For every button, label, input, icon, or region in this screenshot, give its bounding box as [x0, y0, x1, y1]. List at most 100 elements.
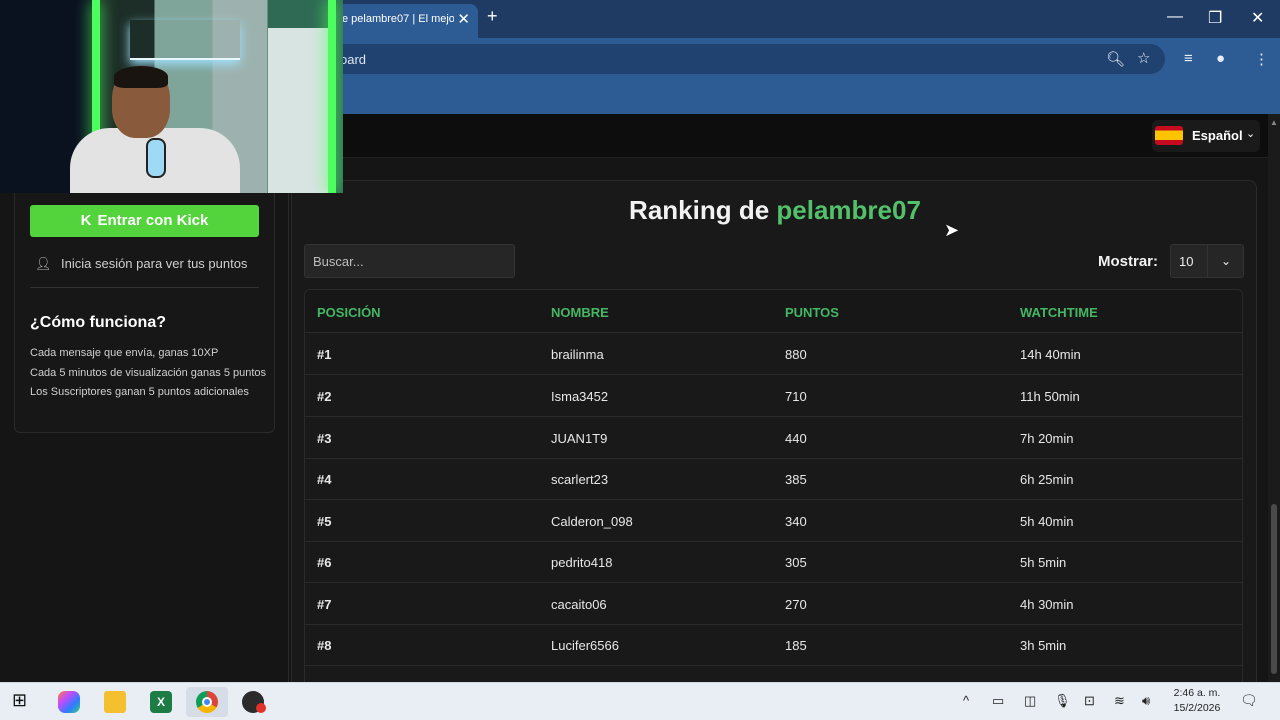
ranking-title-prefix: Ranking de: [629, 195, 777, 225]
row-position: #7: [317, 597, 332, 612]
mouse-cursor-icon: ➤: [944, 220, 960, 240]
show-entries-value: 10: [1179, 254, 1194, 269]
meet-now-icon[interactable]: ◫: [1024, 693, 1036, 709]
obs-icon[interactable]: [242, 691, 266, 713]
row-name: scarlert23: [551, 472, 609, 487]
row-watchtime: 7h 20min: [1020, 431, 1074, 446]
new-tab-button[interactable]: +: [487, 6, 498, 27]
table-header: POSICIÓN NOMBRE PUNTOS WATCHTIME: [305, 290, 1242, 333]
column-header-watchtime[interactable]: WATCHTIME: [1020, 305, 1098, 320]
table-row: #2 Isma3452 710 11h 50min: [305, 375, 1242, 417]
kick-logo-icon: K: [80, 212, 92, 229]
row-points: 710: [785, 389, 807, 404]
divider: [30, 287, 259, 288]
row-watchtime: 5h 40min: [1020, 514, 1074, 529]
ranking-table: POSICIÓN NOMBRE PUNTOS WATCHTIME #1 brai…: [304, 289, 1243, 691]
row-name: cacaito06: [551, 597, 607, 612]
row-watchtime: 5h 5min: [1020, 555, 1067, 570]
table-row: #6 pedrito418 305 5h 5min: [305, 541, 1242, 583]
column-header-points[interactable]: PUNTOS: [785, 305, 839, 320]
login-hint: 👤︎ Inicia sesión para ver tus puntos: [35, 256, 247, 272]
row-position: #6: [317, 555, 332, 570]
row-points: 440: [785, 431, 807, 446]
sidebar-card: K Entrar con Kick 👤︎ Inicia sesión para ve…: [14, 168, 275, 433]
scroll-up-arrow-icon[interactable]: ▲: [1270, 118, 1278, 127]
rule-item: Los Suscriptores ganan 5 puntos adiciona…: [30, 386, 249, 398]
row-position: #3: [317, 431, 332, 446]
tray-overflow-chevron-icon[interactable]: ^: [963, 693, 969, 708]
clock-date: 15/2/2026: [1173, 702, 1221, 714]
table-row: #4 scarlert23 385 6h 25min: [305, 458, 1242, 500]
zoom-icon[interactable]: 🔍︎: [1106, 50, 1125, 68]
row-watchtime: 3h 5min: [1020, 638, 1067, 653]
table-row: #7 cacaito06 270 4h 30min: [305, 583, 1242, 625]
address-text: oard: [340, 52, 367, 67]
browser-menu-icon[interactable]: ⋮: [1254, 50, 1269, 68]
scrollbar-thumb[interactable]: [1271, 504, 1277, 674]
battery-icon[interactable]: ▭: [992, 693, 1004, 709]
ranking-title: Ranking de pelambre07: [292, 195, 1258, 226]
chrome-icon[interactable]: [196, 691, 218, 713]
row-points: 385: [785, 472, 807, 487]
profile-avatar-icon[interactable]: ●: [1216, 50, 1225, 67]
tab-close-icon[interactable]: ✕: [457, 10, 470, 28]
notification-icon[interactable]: 🗨︎: [1240, 692, 1258, 709]
excel-icon[interactable]: X: [150, 691, 172, 713]
show-entries-select[interactable]: 10 ⌄: [1170, 244, 1244, 278]
webcam-overlay: [0, 0, 343, 193]
row-watchtime: 4h 30min: [1020, 597, 1074, 612]
row-position: #4: [317, 472, 332, 487]
volume-icon[interactable]: 🔊︎: [1142, 693, 1150, 709]
row-position: #8: [317, 638, 332, 653]
bookmark-star-icon[interactable]: ☆: [1137, 49, 1150, 67]
page-content: Español ⌄ K Entrar con Kick 👤︎ Inicia sesi…: [0, 114, 1268, 691]
tab-title: e pelambre07 | El mejor: [342, 13, 454, 25]
table-row: #1 brailinma 880 14h 40min: [305, 333, 1242, 375]
file-explorer-icon[interactable]: [104, 691, 126, 713]
page-scrollbar[interactable]: ▲: [1268, 114, 1280, 682]
spain-flag-icon: [1155, 126, 1183, 145]
column-header-position[interactable]: POSICIÓN: [317, 305, 381, 320]
table-row: #5 Calderon_098 340 5h 40min: [305, 500, 1242, 542]
row-position: #5: [317, 514, 332, 529]
row-name: Calderon_098: [551, 514, 633, 529]
webcam-door: [268, 28, 330, 193]
windows-start-icon[interactable]: ⊞: [12, 690, 34, 712]
chevron-down-icon: ⌄: [1246, 128, 1256, 140]
windows-taskbar: ⊞ X ^ ▭ ◫ 🎙︎ ⊡ ≋ 🔊︎ 2:46 a. m. 15/2/2026…: [0, 682, 1280, 720]
how-it-works-title: ¿Cómo funciona?: [30, 314, 166, 331]
kick-login-label: Entrar con Kick: [97, 212, 209, 229]
row-watchtime: 11h 50min: [1020, 389, 1080, 404]
row-points: 340: [785, 514, 807, 529]
row-name: JUAN1T9: [551, 431, 608, 446]
row-watchtime: 14h 40min: [1020, 347, 1081, 362]
row-points: 305: [785, 555, 807, 570]
language-selector[interactable]: Español ⌄: [1152, 120, 1260, 152]
window-minimize-button[interactable]: —: [1167, 8, 1183, 26]
ranking-card: Ranking de pelambre07 Mostrar: 10 ⌄ POSI…: [291, 180, 1258, 691]
window-restore-button[interactable]: ❐: [1208, 8, 1222, 28]
streamer-hair: [114, 66, 168, 88]
window-close-button[interactable]: ✕: [1251, 8, 1264, 28]
search-input[interactable]: [304, 244, 515, 278]
chevron-down-icon: ⌄: [1207, 245, 1244, 277]
heartbeat-neon-sign: [130, 20, 240, 60]
row-watchtime: 6h 25min: [1020, 472, 1074, 487]
screen-capture-icon[interactable]: ⊡: [1084, 693, 1095, 709]
row-name: brailinma: [551, 347, 604, 362]
media-control-icon[interactable]: ≡: [1184, 50, 1193, 67]
browser-tab[interactable]: e pelambre07 | El mejor ✕: [330, 4, 478, 38]
microphone-icon[interactable]: 🎙︎: [1054, 693, 1071, 709]
kick-login-button[interactable]: K Entrar con Kick: [30, 205, 259, 237]
microphone: [146, 138, 166, 178]
table-row: #8 Lucifer6566 185 3h 5min: [305, 624, 1242, 666]
column-header-name[interactable]: NOMBRE: [551, 305, 609, 320]
system-clock[interactable]: 2:46 a. m. 15/2/2026: [1168, 686, 1226, 716]
table-row: #3 JUAN1T9 440 7h 20min: [305, 417, 1242, 459]
address-bar[interactable]: oard 🔍︎ ☆: [300, 44, 1165, 74]
row-name: pedrito418: [551, 555, 613, 570]
wifi-icon[interactable]: ≋: [1114, 693, 1125, 709]
clock-time: 2:46 a. m.: [1173, 687, 1221, 699]
ranking-username: pelambre07: [776, 195, 921, 225]
copilot-icon[interactable]: [58, 691, 80, 713]
